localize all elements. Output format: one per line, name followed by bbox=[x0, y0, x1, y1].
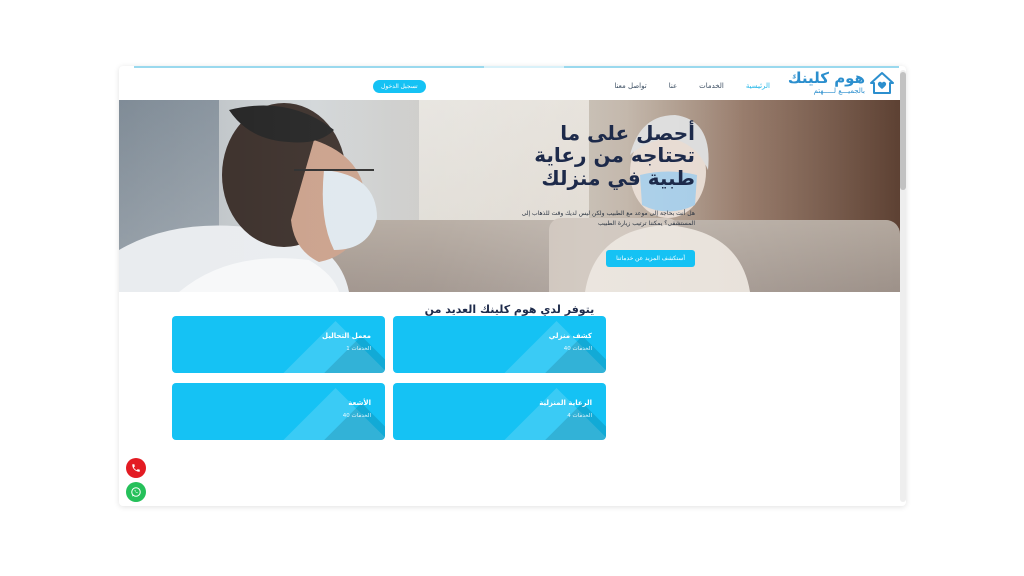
nav-item-services[interactable]: الخدمات bbox=[699, 82, 724, 90]
card-count: الخدمات 40 bbox=[563, 346, 592, 352]
phone-icon bbox=[132, 464, 140, 472]
service-card-radiology[interactable]: الأشعة الخدمات 40 bbox=[172, 383, 385, 440]
call-button[interactable] bbox=[126, 458, 146, 478]
logo-tagline: بالجميـــع لـــــهتم bbox=[813, 87, 865, 95]
logo[interactable]: هوم كلينك بالجميـــع لـــــهتم bbox=[788, 71, 895, 95]
card-count: الخدمات 40 bbox=[342, 413, 371, 419]
hero-title: أحصل على ما تحتاجه من رعاية طبية في منزل… bbox=[534, 121, 695, 190]
card-title: الأشعة bbox=[348, 399, 371, 407]
nav-item-home[interactable]: الرئيسية bbox=[746, 82, 770, 90]
logo-name: هوم كلينك bbox=[787, 69, 865, 87]
card-count: الخدمات 4 bbox=[567, 413, 592, 419]
scrollbar-thumb[interactable] bbox=[900, 72, 906, 190]
house-heart-logo-icon bbox=[870, 72, 894, 94]
card-title: كشف منزلي bbox=[548, 332, 592, 340]
site-header: هوم كلينك بالجميـــع لـــــهتم الرئيسية … bbox=[119, 68, 900, 100]
hero-banner: أحصل على ما تحتاجه من رعاية طبية في منزل… bbox=[119, 100, 900, 292]
main-nav: الرئيسية الخدمات عنا تواصل معنا bbox=[614, 82, 770, 90]
card-title: الرعاية المنزلية bbox=[539, 399, 592, 407]
service-card-lab[interactable]: معمل التحاليل الخدمات 1 bbox=[172, 316, 385, 373]
login-button[interactable]: تسجيل الدخول bbox=[373, 80, 426, 93]
card-title: معمل التحاليل bbox=[322, 332, 371, 340]
card-count: الخدمات 1 bbox=[346, 346, 371, 352]
service-card-home-care[interactable]: الرعاية المنزلية الخدمات 4 bbox=[393, 383, 606, 440]
service-card-home-visit[interactable]: كشف منزلي الخدمات 40 bbox=[393, 316, 606, 373]
browser-page: هوم كلينك بالجميـــع لـــــهتم الرئيسية … bbox=[119, 66, 906, 506]
whatsapp-button[interactable] bbox=[126, 482, 146, 502]
nav-item-contact[interactable]: تواصل معنا bbox=[614, 82, 646, 90]
explore-services-button[interactable]: أستكشف المزيد عن خدماتنا bbox=[606, 250, 695, 267]
service-cards: كشف منزلي الخدمات 40 معمل التحاليل الخدم… bbox=[172, 316, 608, 440]
whatsapp-icon bbox=[131, 487, 141, 497]
nav-item-about[interactable]: عنا bbox=[669, 82, 677, 90]
hero-description: هل أنت بحاجة إلى موعد مع الطبيب ولكن ليس… bbox=[521, 210, 695, 227]
scrollbar[interactable] bbox=[900, 70, 906, 502]
